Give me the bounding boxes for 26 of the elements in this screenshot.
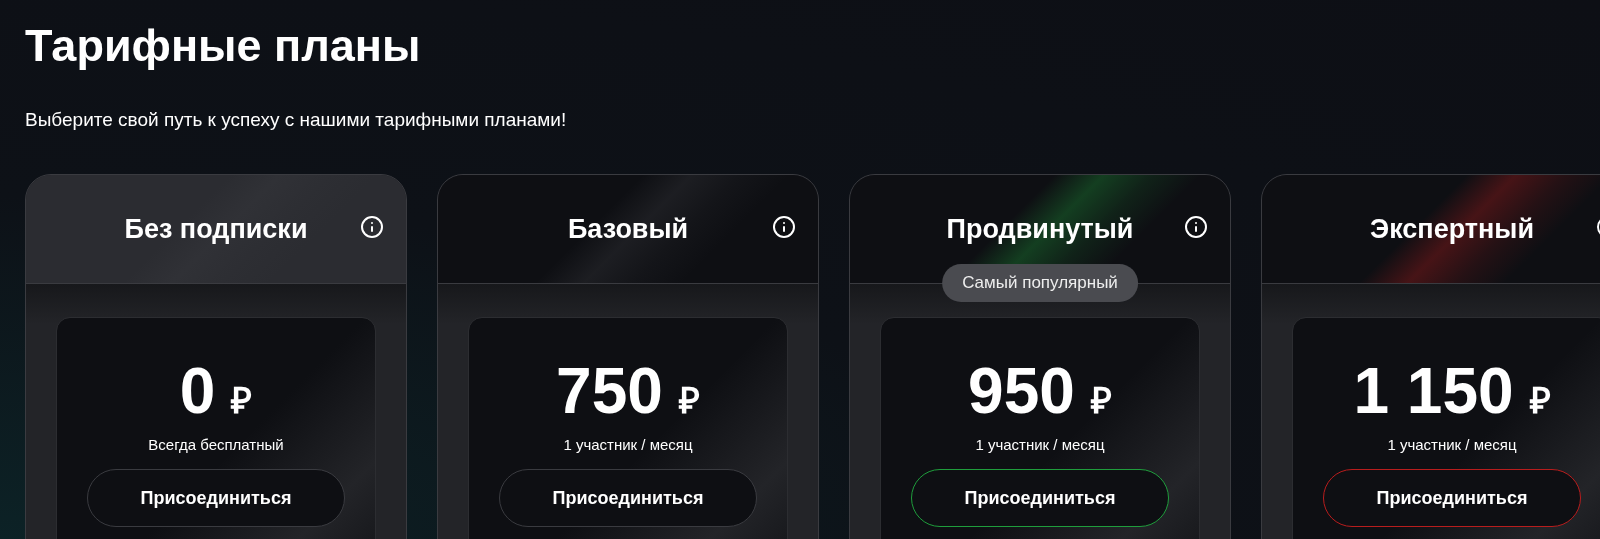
join-button[interactable]: Присоединиться: [87, 469, 345, 527]
plan-name: Базовый: [567, 213, 689, 245]
price-note: 1 участник / месяц: [1387, 436, 1517, 453]
currency-sign: ₽: [1529, 379, 1551, 423]
price: 750: [556, 356, 663, 426]
info-icon[interactable]: [360, 215, 384, 239]
currency-sign: ₽: [678, 379, 700, 423]
info-icon[interactable]: [772, 215, 796, 239]
page-title: Тарифные планы: [25, 20, 422, 72]
plan-name: Без подписки: [124, 213, 308, 245]
join-button[interactable]: Присоединиться: [499, 469, 757, 527]
price-note: 1 участник / месяц: [563, 436, 693, 453]
price: 950: [968, 356, 1075, 426]
price: 0: [179, 356, 216, 426]
page-subtitle: Выберите свой путь к успеху с нашими тарифными планами!: [25, 108, 568, 132]
currency-sign: ₽: [1090, 379, 1112, 423]
price: 1 150: [1353, 356, 1514, 426]
price-note: Всегда бесплатный: [148, 436, 284, 453]
join-button[interactable]: Присоединиться: [1323, 469, 1581, 527]
currency-sign: ₽: [231, 379, 253, 423]
plan-name: Экспертный: [1370, 213, 1534, 245]
popular-badge: Самый популярный: [942, 264, 1138, 302]
price-note: 1 участник / месяц: [975, 436, 1105, 453]
plan-name: Продвинутый: [946, 213, 1134, 245]
info-icon[interactable]: [1184, 215, 1208, 239]
join-button[interactable]: Присоединиться: [911, 469, 1169, 527]
